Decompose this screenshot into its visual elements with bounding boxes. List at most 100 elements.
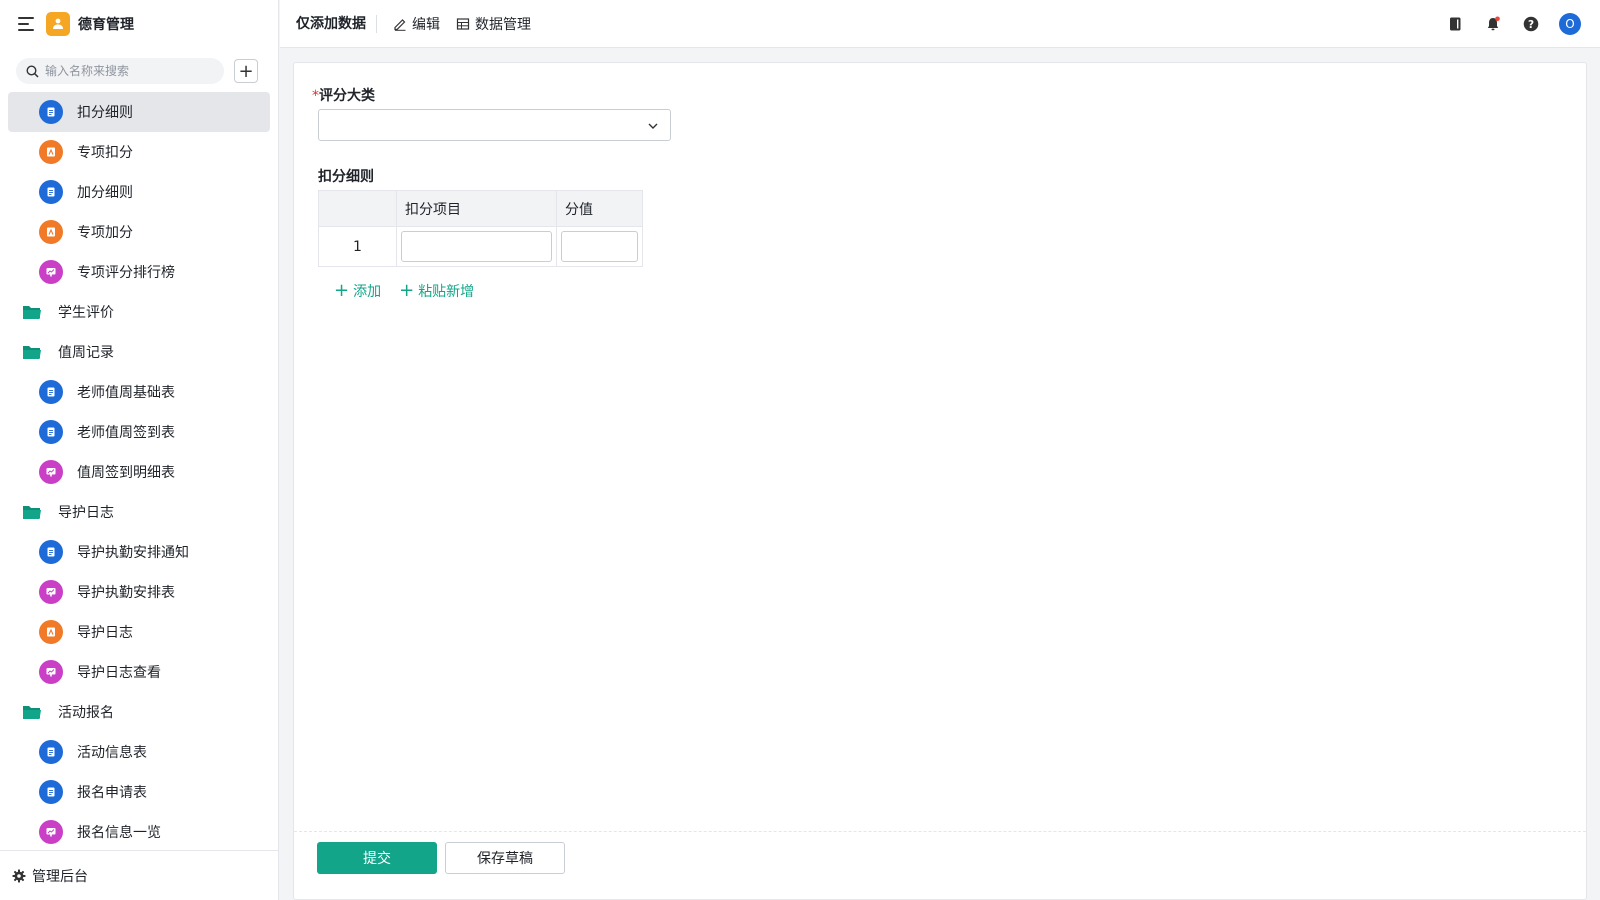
table-actions: + 添加 + 粘贴新增 bbox=[334, 281, 492, 301]
category-label-text: 评分大类 bbox=[319, 88, 375, 104]
sidebar-folder[interactable]: 学生评价 bbox=[8, 292, 270, 332]
sidebar-item-label: 报名申请表 bbox=[77, 785, 147, 801]
save-draft-button[interactable]: 保存草稿 bbox=[445, 842, 565, 874]
score-cell bbox=[556, 226, 643, 267]
sidebar-folder[interactable]: 值周记录 bbox=[8, 332, 270, 372]
sidebar-item-label: 活动报名 bbox=[58, 705, 114, 721]
sidebar-item[interactable]: 活动信息表 bbox=[8, 732, 270, 772]
form-icon bbox=[39, 100, 63, 124]
score-input[interactable] bbox=[561, 231, 638, 262]
sidebar-folder[interactable]: 活动报名 bbox=[8, 692, 270, 732]
sidebar-item-label: 报名信息一览 bbox=[77, 825, 161, 841]
sidebar-item[interactable]: 导护日志 bbox=[8, 612, 270, 652]
sidebar-item[interactable]: 导护执勤安排表 bbox=[8, 572, 270, 612]
notebook-icon[interactable] bbox=[1445, 14, 1465, 34]
form-icon bbox=[39, 180, 63, 204]
sidebar-item[interactable]: 专项加分 bbox=[8, 212, 270, 252]
user-avatar[interactable]: O bbox=[1559, 13, 1581, 35]
folder-icon bbox=[22, 504, 42, 520]
sidebar-item-label: 导护执勤安排表 bbox=[77, 585, 175, 601]
form-icon bbox=[39, 540, 63, 564]
sidebar-item-label: 加分细则 bbox=[77, 185, 133, 201]
add-row-button[interactable]: + 添加 bbox=[334, 281, 381, 301]
sidebar-item[interactable]: 专项扣分 bbox=[8, 132, 270, 172]
sidebar-search-row: + bbox=[0, 48, 278, 90]
dashboard-icon bbox=[39, 820, 63, 844]
svg-text:?: ? bbox=[1528, 19, 1534, 31]
help-icon[interactable]: ? bbox=[1521, 14, 1541, 34]
sidebar-item[interactable]: 专项评分排行榜 bbox=[8, 252, 270, 292]
sidebar-folder[interactable]: 导护日志 bbox=[8, 492, 270, 532]
top-bar: 仅添加数据 编辑 数据管理 ? O bbox=[280, 0, 1600, 48]
dashboard-icon bbox=[39, 580, 63, 604]
column-header-item: 扣分项目 bbox=[396, 190, 557, 227]
report-icon bbox=[39, 140, 63, 164]
sidebar-item-label: 导护日志查看 bbox=[77, 665, 161, 681]
sidebar-item-label: 导护日志 bbox=[77, 625, 133, 641]
table-row: 1 bbox=[318, 226, 643, 267]
chevron-down-icon bbox=[648, 123, 658, 129]
data-manage-button[interactable]: 数据管理 bbox=[456, 14, 531, 34]
column-header-index bbox=[318, 190, 397, 227]
column-header-score: 分值 bbox=[556, 190, 643, 227]
top-bar-actions: ? O bbox=[1445, 0, 1600, 48]
app-logo-icon bbox=[46, 12, 70, 36]
form-icon bbox=[39, 780, 63, 804]
sidebar-item[interactable]: 扣分细则 bbox=[8, 92, 270, 132]
sidebar-item-label: 值周签到明细表 bbox=[77, 465, 175, 481]
submit-button[interactable]: 提交 bbox=[317, 842, 437, 874]
sidebar: 德育管理 + 扣分细则专项扣分加分细则专项加分专项评分排行榜学生评价值周记录老师… bbox=[0, 0, 279, 900]
report-icon bbox=[39, 620, 63, 644]
sidebar-item[interactable]: 导护日志查看 bbox=[8, 652, 270, 692]
app-title: 德育管理 bbox=[78, 17, 134, 33]
form-card: *评分大类 扣分细则 扣分项目 分值 1 + 添加 + 粘贴新增 提交 保存草稿 bbox=[293, 62, 1587, 900]
sidebar-item-label: 导护执勤安排通知 bbox=[77, 545, 189, 561]
pencil-icon bbox=[394, 18, 406, 31]
sidebar-item[interactable]: 导护执勤安排通知 bbox=[8, 532, 270, 572]
edit-button[interactable]: 编辑 bbox=[393, 14, 440, 34]
category-label: *评分大类 bbox=[312, 85, 375, 105]
search-input[interactable] bbox=[45, 64, 205, 78]
form-icon bbox=[39, 420, 63, 444]
edit-label: 编辑 bbox=[412, 16, 440, 33]
sidebar-item[interactable]: 报名信息一览 bbox=[8, 812, 270, 852]
sidebar-item-label: 老师值周签到表 bbox=[77, 425, 175, 441]
item-input[interactable] bbox=[401, 231, 552, 262]
sidebar-item[interactable]: 加分细则 bbox=[8, 172, 270, 212]
plus-icon: + bbox=[399, 280, 415, 301]
sidebar-item-label: 专项加分 bbox=[77, 225, 133, 241]
detail-table: 扣分项目 分值 1 bbox=[318, 190, 643, 267]
sidebar-item[interactable]: 老师值周基础表 bbox=[8, 372, 270, 412]
menu-icon[interactable] bbox=[18, 17, 34, 31]
sidebar-item[interactable]: 值周签到明细表 bbox=[8, 452, 270, 492]
sidebar-item[interactable]: 报名申请表 bbox=[8, 772, 270, 812]
sidebar-item-label: 扣分细则 bbox=[77, 105, 133, 121]
folder-icon bbox=[22, 304, 42, 320]
bell-icon[interactable] bbox=[1483, 14, 1503, 34]
paste-add-button[interactable]: + 粘贴新增 bbox=[399, 281, 474, 301]
data-manage-label: 数据管理 bbox=[475, 16, 531, 33]
sidebar-item-label: 专项评分排行榜 bbox=[77, 265, 175, 281]
add-item-button[interactable]: + bbox=[234, 59, 258, 83]
form-footer: 提交 保存草稿 bbox=[294, 831, 1586, 899]
sidebar-item-label: 专项扣分 bbox=[77, 145, 133, 161]
sidebar-header: 德育管理 bbox=[0, 0, 278, 48]
report-icon bbox=[39, 220, 63, 244]
folder-icon bbox=[22, 344, 42, 360]
admin-console-label: 管理后台 bbox=[32, 868, 88, 885]
dashboard-icon bbox=[39, 260, 63, 284]
item-cell bbox=[396, 226, 557, 267]
paste-add-label: 粘贴新增 bbox=[418, 284, 475, 300]
table-header-row: 扣分项目 分值 bbox=[318, 190, 643, 227]
table-icon bbox=[456, 17, 470, 30]
admin-console-link[interactable]: 管理后台 bbox=[0, 850, 278, 900]
sidebar-item-label: 导护日志 bbox=[58, 505, 114, 521]
folder-icon bbox=[22, 704, 42, 720]
sidebar-item-label: 老师值周基础表 bbox=[77, 385, 175, 401]
detail-table-label: 扣分细则 bbox=[318, 169, 374, 185]
search-box bbox=[16, 58, 224, 84]
sidebar-item[interactable]: 老师值周签到表 bbox=[8, 412, 270, 452]
form-icon bbox=[39, 740, 63, 764]
required-mark: * bbox=[312, 88, 319, 104]
category-select[interactable] bbox=[318, 109, 671, 141]
